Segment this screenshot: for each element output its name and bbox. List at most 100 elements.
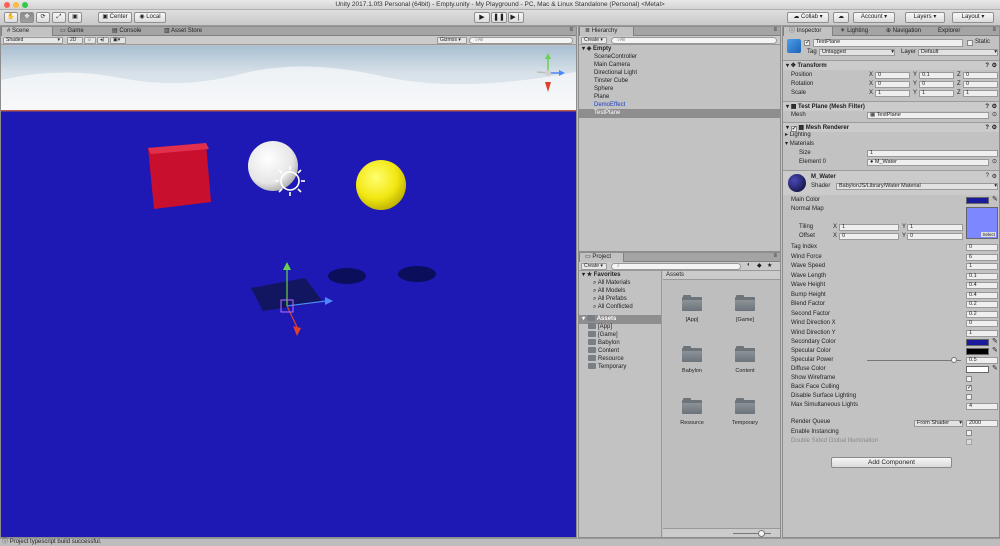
scale-z-field[interactable]: 1 — [963, 90, 998, 97]
move-tool-button[interactable]: ✥ — [20, 12, 34, 23]
max-lights-field[interactable]: 4 — [966, 403, 998, 410]
cloud-button[interactable]: ☁ — [833, 12, 849, 23]
specular-power-slider-track[interactable] — [867, 360, 961, 361]
filter-type-icon[interactable]: ◐ — [747, 262, 751, 268]
tiling-y-field[interactable]: 1 — [907, 224, 963, 231]
layout-button[interactable]: Layout ▾ — [952, 12, 994, 23]
layer-dropdown[interactable]: Default ▾ — [918, 49, 998, 56]
help-icon[interactable]: ? — [985, 61, 989, 71]
shader-dropdown[interactable]: BabylonJS/Library/Water Material ▾ — [836, 183, 998, 190]
tiling-x-field[interactable]: 1 — [839, 224, 899, 231]
step-button[interactable]: ▶❘ — [508, 12, 524, 23]
gear-icon[interactable]: ⚙ — [992, 173, 997, 180]
icon-size-slider[interactable] — [733, 533, 771, 534]
scale-x-field[interactable]: 1 — [875, 90, 910, 97]
tab-console[interactable]: ▤ Console — [107, 27, 146, 36]
render-queue-dropdown[interactable]: From Shader ▾ — [914, 420, 963, 427]
secondary-color-swatch[interactable] — [966, 339, 989, 346]
static-checkbox[interactable] — [967, 40, 973, 46]
tab-asset-store[interactable]: ▥ Asset Store — [159, 27, 207, 36]
specular-power-slider-thumb[interactable] — [951, 357, 958, 363]
material-property-field[interactable]: 0.4 — [966, 291, 998, 299]
position-y-field[interactable]: 0.1 — [919, 72, 954, 79]
material-element-field[interactable]: ● M_Water — [867, 159, 989, 166]
eyedropper-icon[interactable]: ✎ — [992, 364, 998, 372]
project-search-input[interactable]: ⌕ — [611, 263, 741, 270]
normal-map-slot[interactable]: Select — [966, 207, 998, 239]
eyedropper-icon[interactable]: ✎ — [992, 337, 998, 345]
grid-folder-item[interactable]: Babylon — [675, 346, 709, 374]
tab-game[interactable]: ▭ Game — [55, 27, 89, 36]
mesh-filter-header[interactable]: ▾ ▦ Test Plane (Mesh Filter) ? ⚙ — [783, 101, 999, 111]
panel-menu-icon[interactable]: ≡ — [992, 27, 996, 33]
object-picker-icon[interactable]: ⊙ — [992, 111, 997, 118]
eyedropper-icon[interactable]: ✎ — [992, 346, 998, 354]
hand-tool-button[interactable]: ✋ — [4, 12, 18, 23]
position-x-field[interactable]: 0 — [875, 72, 910, 79]
rotation-y-field[interactable]: 0 — [919, 81, 954, 88]
hierarchy-create-button[interactable]: Create ▾ — [581, 37, 607, 44]
close-window-button[interactable] — [4, 2, 10, 8]
back-face-culling-checkbox[interactable]: ✓ — [966, 385, 972, 391]
play-button[interactable]: ▶ — [474, 12, 490, 23]
pivot-center-button[interactable]: ▣ Center — [98, 12, 132, 23]
minimize-window-button[interactable] — [13, 2, 19, 8]
status-bar[interactable]: ⓘ Project typescript build successful. — [0, 538, 1000, 546]
tab-inspector[interactable]: ⓘ Inspector — [783, 27, 833, 36]
panel-menu-icon[interactable]: ≡ — [569, 27, 573, 33]
account-button[interactable]: Account ▾ — [853, 12, 895, 23]
help-icon[interactable]: ? — [985, 123, 989, 133]
panel-menu-icon[interactable]: ≡ — [773, 253, 777, 259]
project-create-button[interactable]: Create ▾ — [581, 263, 607, 270]
grid-folder-item[interactable]: Content — [728, 346, 762, 374]
object-name-field[interactable]: TestPlane — [813, 39, 963, 47]
asset-folder-item[interactable]: Temporary — [579, 363, 661, 372]
materials-foldout[interactable]: ▾ Materials — [785, 140, 814, 149]
gear-icon[interactable]: ⚙ — [992, 61, 997, 71]
specular-color-swatch[interactable] — [966, 348, 989, 355]
tab-project[interactable]: ▭ Project — [579, 253, 624, 262]
select-texture-button[interactable]: Select — [981, 232, 996, 237]
rotation-z-field[interactable]: 0 — [963, 81, 998, 88]
project-breadcrumb[interactable]: Assets — [663, 271, 780, 280]
gear-icon[interactable]: ⚙ — [992, 123, 997, 133]
zoom-window-button[interactable] — [22, 2, 28, 8]
shading-mode-dropdown[interactable]: Shaded ▾ — [3, 37, 63, 44]
rotation-x-field[interactable]: 0 — [875, 81, 910, 88]
collab-button[interactable]: ☁ Collab ▾ — [787, 12, 829, 23]
eyedropper-icon[interactable]: ✎ — [992, 195, 998, 203]
material-property-field[interactable]: 0 — [966, 244, 998, 251]
scene-viewport[interactable] — [1, 46, 576, 537]
scene-search-input[interactable]: ⌕All — [469, 37, 573, 44]
material-property-field[interactable]: 0.2 — [966, 310, 998, 318]
material-property-field[interactable]: 0 — [966, 320, 998, 327]
rect-tool-button[interactable]: ▣ — [68, 12, 82, 23]
tab-hierarchy[interactable]: ≣ Hierarchy — [579, 27, 634, 36]
mesh-renderer-header[interactable]: ▾ ✓ ▩ Mesh Renderer ? ⚙ — [783, 122, 999, 132]
material-property-field[interactable]: 1 — [966, 329, 998, 337]
object-picker-icon[interactable]: ⊙ — [992, 158, 997, 165]
tab-lighting[interactable]: ☀ Lighting — [835, 27, 873, 36]
effects-dropdown[interactable]: ▣▾ — [110, 37, 126, 44]
material-property-field[interactable]: 6 — [966, 253, 998, 261]
audio-toggle[interactable]: ◂) — [97, 37, 109, 44]
pause-button[interactable]: ❚❚ — [491, 12, 507, 23]
lighting-foldout[interactable]: ▸ Lighting — [785, 131, 811, 140]
layers-button[interactable]: Layers ▾ — [905, 12, 945, 23]
diffuse-color-swatch[interactable] — [966, 366, 989, 373]
hierarchy-search-input[interactable]: ⌕All — [611, 37, 777, 44]
materials-size-field[interactable]: 1 — [867, 150, 998, 157]
scale-tool-button[interactable]: ⤢ — [52, 12, 66, 23]
panel-menu-icon[interactable]: ≡ — [773, 27, 777, 33]
specular-power-field[interactable]: 0.5 — [966, 357, 998, 364]
favorite-star-icon[interactable]: ★ — [767, 262, 772, 269]
rotate-tool-button[interactable]: ⟳ — [36, 12, 50, 23]
offset-x-field[interactable]: 0 — [839, 233, 899, 240]
hierarchy-item-selected[interactable]: TestPlane — [579, 109, 780, 118]
position-z-field[interactable]: 0 — [963, 72, 998, 79]
enable-instancing-checkbox[interactable] — [966, 430, 972, 436]
grid-folder-item[interactable]: Temporary — [728, 398, 762, 426]
help-icon[interactable]: ? — [986, 173, 989, 179]
grid-folder-item[interactable]: Resource — [675, 398, 709, 426]
filter-label-icon[interactable]: ◆ — [757, 262, 762, 269]
